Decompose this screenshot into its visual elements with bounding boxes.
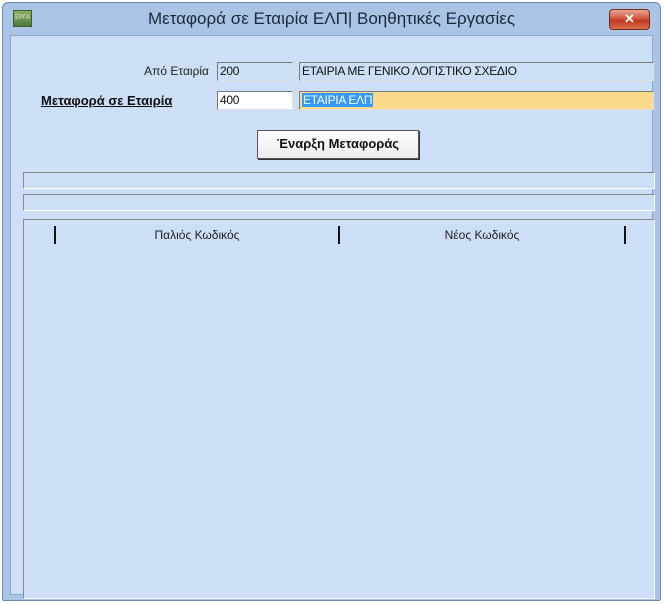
- column-header-new-code[interactable]: Νέος Κωδικός: [340, 228, 624, 242]
- start-transfer-button[interactable]: Έναρξη Μεταφοράς: [257, 130, 419, 159]
- close-button[interactable]: ✕: [609, 9, 650, 30]
- column-header-old-code[interactable]: Παλιός Κωδικός: [56, 228, 338, 242]
- to-company-label: Μεταφορά σε Εταιρία: [41, 93, 173, 108]
- grid-header: Παλιός Κωδικός Νέος Κωδικός: [54, 226, 626, 244]
- title-bar[interactable]: ΕΡΓΑ Μεταφορά σε Εταιρία ΕΛΠ| Βοηθητικές…: [3, 3, 660, 35]
- close-icon: ✕: [624, 11, 635, 26]
- progress-bar-2: [23, 194, 655, 211]
- to-company-code-input[interactable]: 400: [217, 91, 293, 110]
- progress-bar-1: [23, 172, 655, 189]
- to-company-name-field[interactable]: ΕΤΑΙΡΙΑ ΕΛΠ: [299, 91, 654, 110]
- code-mapping-grid[interactable]: Παλιός Κωδικός Νέος Κωδικός: [23, 219, 655, 599]
- window-title: Μεταφορά σε Εταιρία ΕΛΠ| Βοηθητικές Εργα…: [147, 9, 516, 28]
- from-company-name: ΕΤΑΙΡΙΑ ΜΕ ΓΕΝΙΚΟ ΛΟΓΙΣΤΙΚΟ ΣΧΕΔΙΟ: [299, 62, 654, 81]
- to-company-name-selected: ΕΤΑΙΡΙΑ ΕΛΠ: [302, 93, 374, 107]
- from-company-label: Από Εταιρία: [144, 64, 209, 78]
- transfer-window: ΕΡΓΑ Μεταφορά σε Εταιρία ΕΛΠ| Βοηθητικές…: [2, 2, 661, 601]
- from-company-code: 200: [217, 62, 293, 81]
